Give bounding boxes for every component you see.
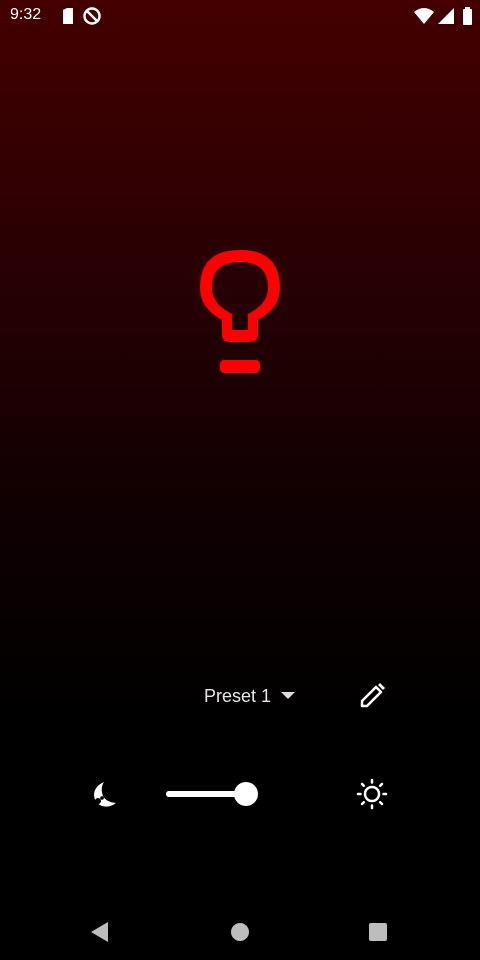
sd-card-icon [63,8,73,24]
lightbulb-icon[interactable] [192,242,288,378]
navigation-bar [0,904,480,960]
wifi-icon [414,8,434,24]
recents-square-icon[interactable] [366,920,390,944]
pencil-icon[interactable] [356,680,388,712]
slider-thumb[interactable] [234,782,258,806]
preset-dropdown[interactable]: Preset 1 [198,680,296,712]
no-disturb-icon [83,7,101,25]
signal-icon [438,8,454,24]
moon-stars-icon[interactable] [90,778,122,810]
sun-icon[interactable] [356,778,388,810]
battery-icon [463,7,472,25]
status-time: 9:32 [10,6,42,23]
brightness-slider[interactable] [166,780,262,808]
chevron-down-icon [281,692,296,699]
status-bar: 9:32 [0,0,480,32]
preset-label: Preset 1 [204,685,272,706]
home-circle-icon[interactable] [228,920,252,944]
back-triangle-icon[interactable] [88,920,112,944]
